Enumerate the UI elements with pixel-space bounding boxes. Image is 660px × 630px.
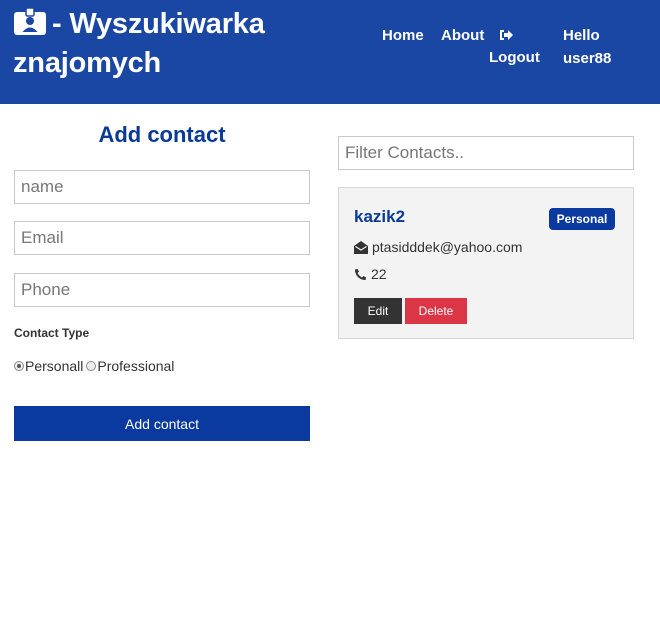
- add-contact-button[interactable]: Add contact: [14, 406, 310, 441]
- contact-phone-row: 22: [354, 266, 387, 282]
- brand-title-line2: znajomych: [13, 47, 162, 79]
- nav-logout-link[interactable]: Logout: [489, 24, 540, 69]
- email-input[interactable]: [14, 221, 310, 255]
- contact-email-row: ptasidddek@yahoo.com: [354, 239, 522, 255]
- radio-personal[interactable]: [14, 361, 24, 371]
- navbar: - Wyszukiwarka znajomych Home About Logo…: [0, 0, 660, 104]
- filter-contacts-input[interactable]: [338, 136, 634, 170]
- sign-out-icon: [499, 24, 540, 46]
- nav-home-link[interactable]: Home: [382, 24, 424, 47]
- radio-personal-label[interactable]: Personall: [25, 358, 83, 374]
- contact-type-badge: Personal: [549, 208, 615, 230]
- radio-professional[interactable]: [86, 361, 97, 371]
- radio-professional-label[interactable]: Professional: [97, 358, 174, 374]
- brand-title-line1: - Wyszukiwarka: [52, 8, 265, 40]
- brand[interactable]: - Wyszukiwarka znajomych: [13, 6, 313, 81]
- contact-name: kazik2: [354, 207, 406, 226]
- contact-email: ptasidddek@yahoo.com: [372, 239, 523, 255]
- logout-label: Logout: [489, 49, 540, 66]
- phone-input[interactable]: [14, 273, 310, 307]
- id-badge-icon: [13, 7, 47, 45]
- contact-card: kazik2 Personal ptasidddek@yahoo.com 22 …: [338, 187, 634, 339]
- nav-about-link[interactable]: About: [441, 24, 484, 47]
- envelope-open-icon: [354, 240, 368, 254]
- phone-icon: [354, 268, 367, 281]
- contact-type-radio-group: Personall Professional: [14, 358, 177, 374]
- delete-contact-button[interactable]: Delete: [405, 298, 467, 324]
- user-greeting: Hello user88: [563, 27, 612, 67]
- contact-type-label: Contact Type: [14, 326, 90, 340]
- edit-contact-button[interactable]: Edit: [354, 298, 402, 324]
- name-input[interactable]: [14, 170, 310, 204]
- contact-phone: 22: [371, 266, 387, 282]
- add-contact-title: Add contact: [98, 122, 226, 147]
